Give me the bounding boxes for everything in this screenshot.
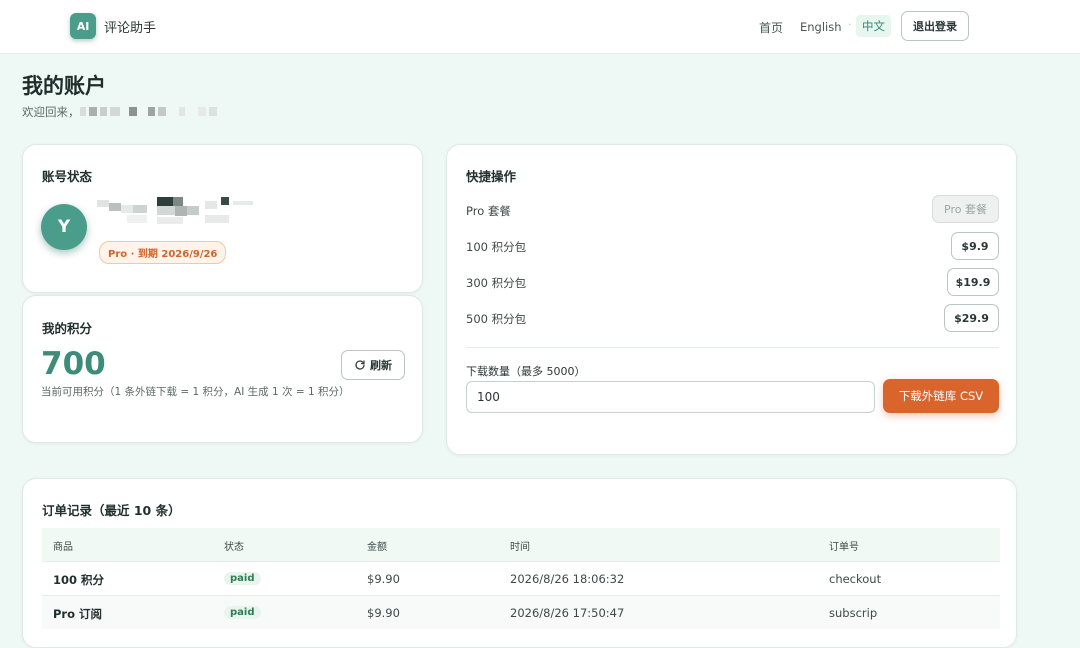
brand-name[interactable]: 评论助手 [104, 17, 156, 36]
points-card: 我的积分 700 当前可用积分（1 条外链下载 = 1 积分，AI 生成 1 次… [22, 295, 423, 443]
plan-status-badge: Pro · 到期 2026/9/26 [99, 241, 227, 264]
column-header-time: 时间 [510, 542, 530, 553]
nav-separator: · [848, 18, 852, 31]
lang-chinese-link[interactable]: 中文 [856, 15, 891, 37]
avatar: Y [41, 204, 87, 250]
cell-amount: $9.90 [367, 572, 400, 586]
buy-300-points-button[interactable]: $19.9 [947, 268, 999, 296]
redacted-username [80, 107, 217, 116]
quick-actions-title: 快捷操作 [466, 169, 517, 184]
nav-home-link[interactable]: 首页 [759, 19, 783, 36]
download-quantity-input[interactable]: 100 [466, 381, 875, 413]
column-header-amount: 金额 [367, 542, 387, 553]
redacted-email [97, 197, 257, 227]
quick-action-label-300: 300 积分包 [466, 276, 527, 290]
download-quantity-label: 下载数量（最多 5000） [466, 365, 586, 378]
points-description: 当前可用积分（1 条外链下载 = 1 积分，AI 生成 1 次 = 1 积分） [41, 386, 350, 398]
page-title: 我的账户 [22, 74, 106, 98]
app-logo[interactable]: AI [70, 13, 96, 39]
account-status-title: 账号状态 [42, 169, 93, 184]
column-header-product: 商品 [53, 542, 73, 553]
download-csv-button[interactable]: 下载外链库 CSV [883, 379, 999, 413]
refresh-icon [355, 360, 365, 370]
status-badge: paid [224, 606, 261, 619]
refresh-label: 刷新 [370, 359, 392, 372]
logout-button[interactable]: 退出登录 [901, 11, 969, 41]
cell-order-id: subscrip [829, 606, 878, 620]
lang-english-link[interactable]: English [800, 20, 842, 34]
table-header: 商品 状态 金额 时间 订单号 [42, 528, 1000, 561]
status-badge: paid [224, 572, 261, 585]
quick-action-label-500: 500 积分包 [466, 312, 527, 326]
column-header-status: 状态 [224, 542, 244, 553]
quick-action-label-100: 100 积分包 [466, 240, 527, 254]
orders-title: 订单记录（最近 10 条） [42, 503, 181, 518]
cell-product: Pro 订阅 [53, 607, 103, 621]
cell-order-id: checkout [829, 572, 882, 586]
buy-500-points-button[interactable]: $29.9 [944, 304, 999, 332]
buy-100-points-button[interactable]: $9.9 [951, 232, 999, 260]
refresh-button[interactable]: 刷新 [341, 350, 405, 380]
buy-pro-button[interactable]: Pro 套餐 [932, 195, 999, 223]
quick-actions-card: 快捷操作 Pro 套餐 Pro 套餐 100 积分包 $9.9 300 积分包 … [446, 144, 1017, 455]
table-row: Pro 订阅 paid $9.90 2026/8/26 17:50:47 sub… [42, 595, 1000, 629]
cell-time: 2026/8/26 18:06:32 [510, 572, 625, 586]
points-title: 我的积分 [42, 321, 93, 336]
orders-card: 订单记录（最近 10 条） 商品 状态 金额 时间 订单号 100 积分 pai… [22, 478, 1017, 648]
cell-time: 2026/8/26 17:50:47 [510, 606, 625, 620]
cell-product: 100 积分 [53, 573, 105, 587]
quick-action-label-pro: Pro 套餐 [466, 204, 511, 218]
section-divider [466, 347, 999, 348]
account-status-card: 账号状态 Y Pro · 到期 2026/9/26 [22, 144, 423, 293]
welcome-text: 欢迎回来， [22, 105, 80, 119]
cell-amount: $9.90 [367, 606, 400, 620]
column-header-order-id: 订单号 [829, 542, 859, 553]
points-value: 700 [41, 346, 106, 382]
top-navbar: AI 评论助手 首页 English · 中文 退出登录 [0, 0, 1080, 54]
table-row: 100 积分 paid $9.90 2026/8/26 18:06:32 che… [42, 561, 1000, 595]
